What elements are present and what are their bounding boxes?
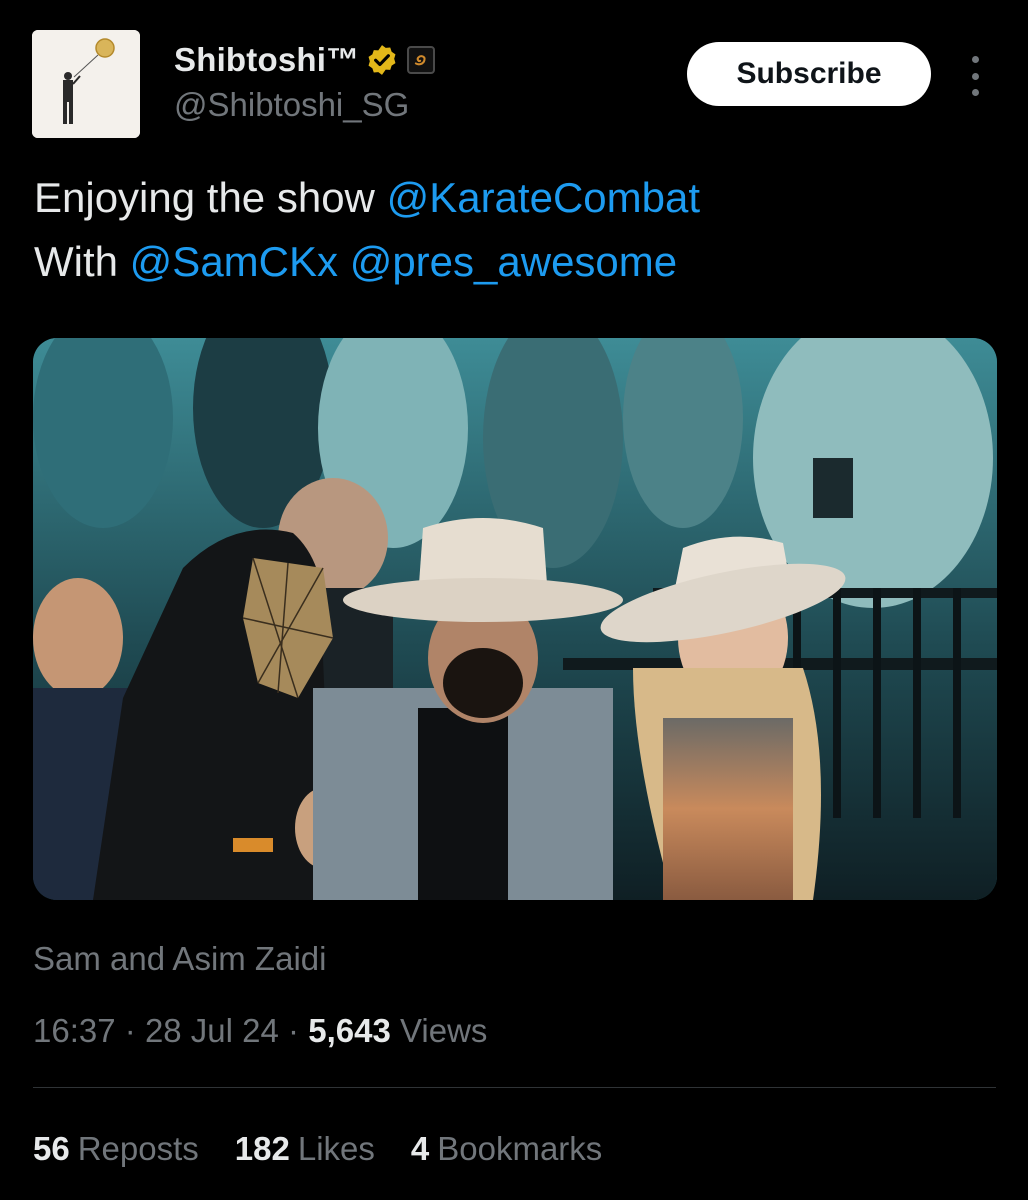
- subscribe-button[interactable]: Subscribe: [687, 42, 931, 106]
- gold-verified-badge-icon[interactable]: [365, 43, 399, 77]
- mention-link[interactable]: @pres_awesome: [350, 238, 677, 285]
- tweet-line-2: With @SamCKx @pres_awesome: [34, 230, 994, 294]
- more-dot: [971, 89, 979, 96]
- likes-label: Likes: [297, 1130, 375, 1167]
- tweet-line-1: Enjoying the show @KarateCombat: [34, 166, 994, 230]
- meta-separator: ·: [288, 1012, 300, 1049]
- likes-stat[interactable]: 182 Likes: [235, 1130, 375, 1168]
- meta-separator: ·: [124, 1012, 136, 1049]
- divider: [33, 1087, 996, 1088]
- tweet-time[interactable]: 16:37: [33, 1012, 116, 1049]
- tweet-meta: 16:37 · 28 Jul 24 · 5,643 Views: [33, 1012, 487, 1050]
- tweet-text-segment: With: [34, 238, 130, 285]
- tweet-date[interactable]: 28 Jul 24: [145, 1012, 279, 1049]
- reposts-stat[interactable]: 56 Reposts: [33, 1130, 199, 1168]
- photo-tagged-users[interactable]: Sam and Asim Zaidi: [33, 940, 326, 978]
- more-dot: [971, 72, 979, 80]
- more-dot: [971, 56, 979, 63]
- author-name-row: Shibtoshi™: [174, 38, 436, 82]
- mention-link[interactable]: @SamCKx: [130, 238, 338, 285]
- engagement-stats: 56 Reposts 182 Likes 4 Bookmarks: [33, 1130, 638, 1168]
- author-name-block: Shibtoshi™ @Shibtoshi_SG: [174, 38, 436, 124]
- bookmarks-count: 4: [410, 1130, 430, 1167]
- tweet-photo[interactable]: [33, 338, 997, 900]
- reposts-count: 56: [33, 1130, 70, 1167]
- author-avatar[interactable]: [32, 30, 140, 138]
- views-count: 5,643: [308, 1012, 391, 1049]
- mention-link[interactable]: @KarateCombat: [387, 174, 700, 221]
- reposts-label: Reposts: [77, 1130, 199, 1167]
- views-label: Views: [399, 1012, 488, 1049]
- tweet-text-segment: Enjoying the show: [34, 174, 387, 221]
- tweet-text: Enjoying the show @KarateCombat With @Sa…: [34, 166, 994, 294]
- author-handle[interactable]: @Shibtoshi_SG: [174, 86, 435, 124]
- tweet-header: Shibtoshi™ @Shibtoshi_SG Subscribe: [32, 30, 996, 140]
- bookmarks-stat[interactable]: 4 Bookmarks: [411, 1130, 602, 1168]
- author-display-name[interactable]: Shibtoshi™: [174, 41, 359, 79]
- likes-count: 182: [234, 1130, 290, 1167]
- avatar-image: [32, 30, 140, 138]
- affiliate-badge-icon[interactable]: [407, 46, 436, 74]
- bookmarks-label: Bookmarks: [437, 1130, 603, 1167]
- photo-image: [33, 338, 997, 900]
- more-options-icon[interactable]: [960, 56, 990, 96]
